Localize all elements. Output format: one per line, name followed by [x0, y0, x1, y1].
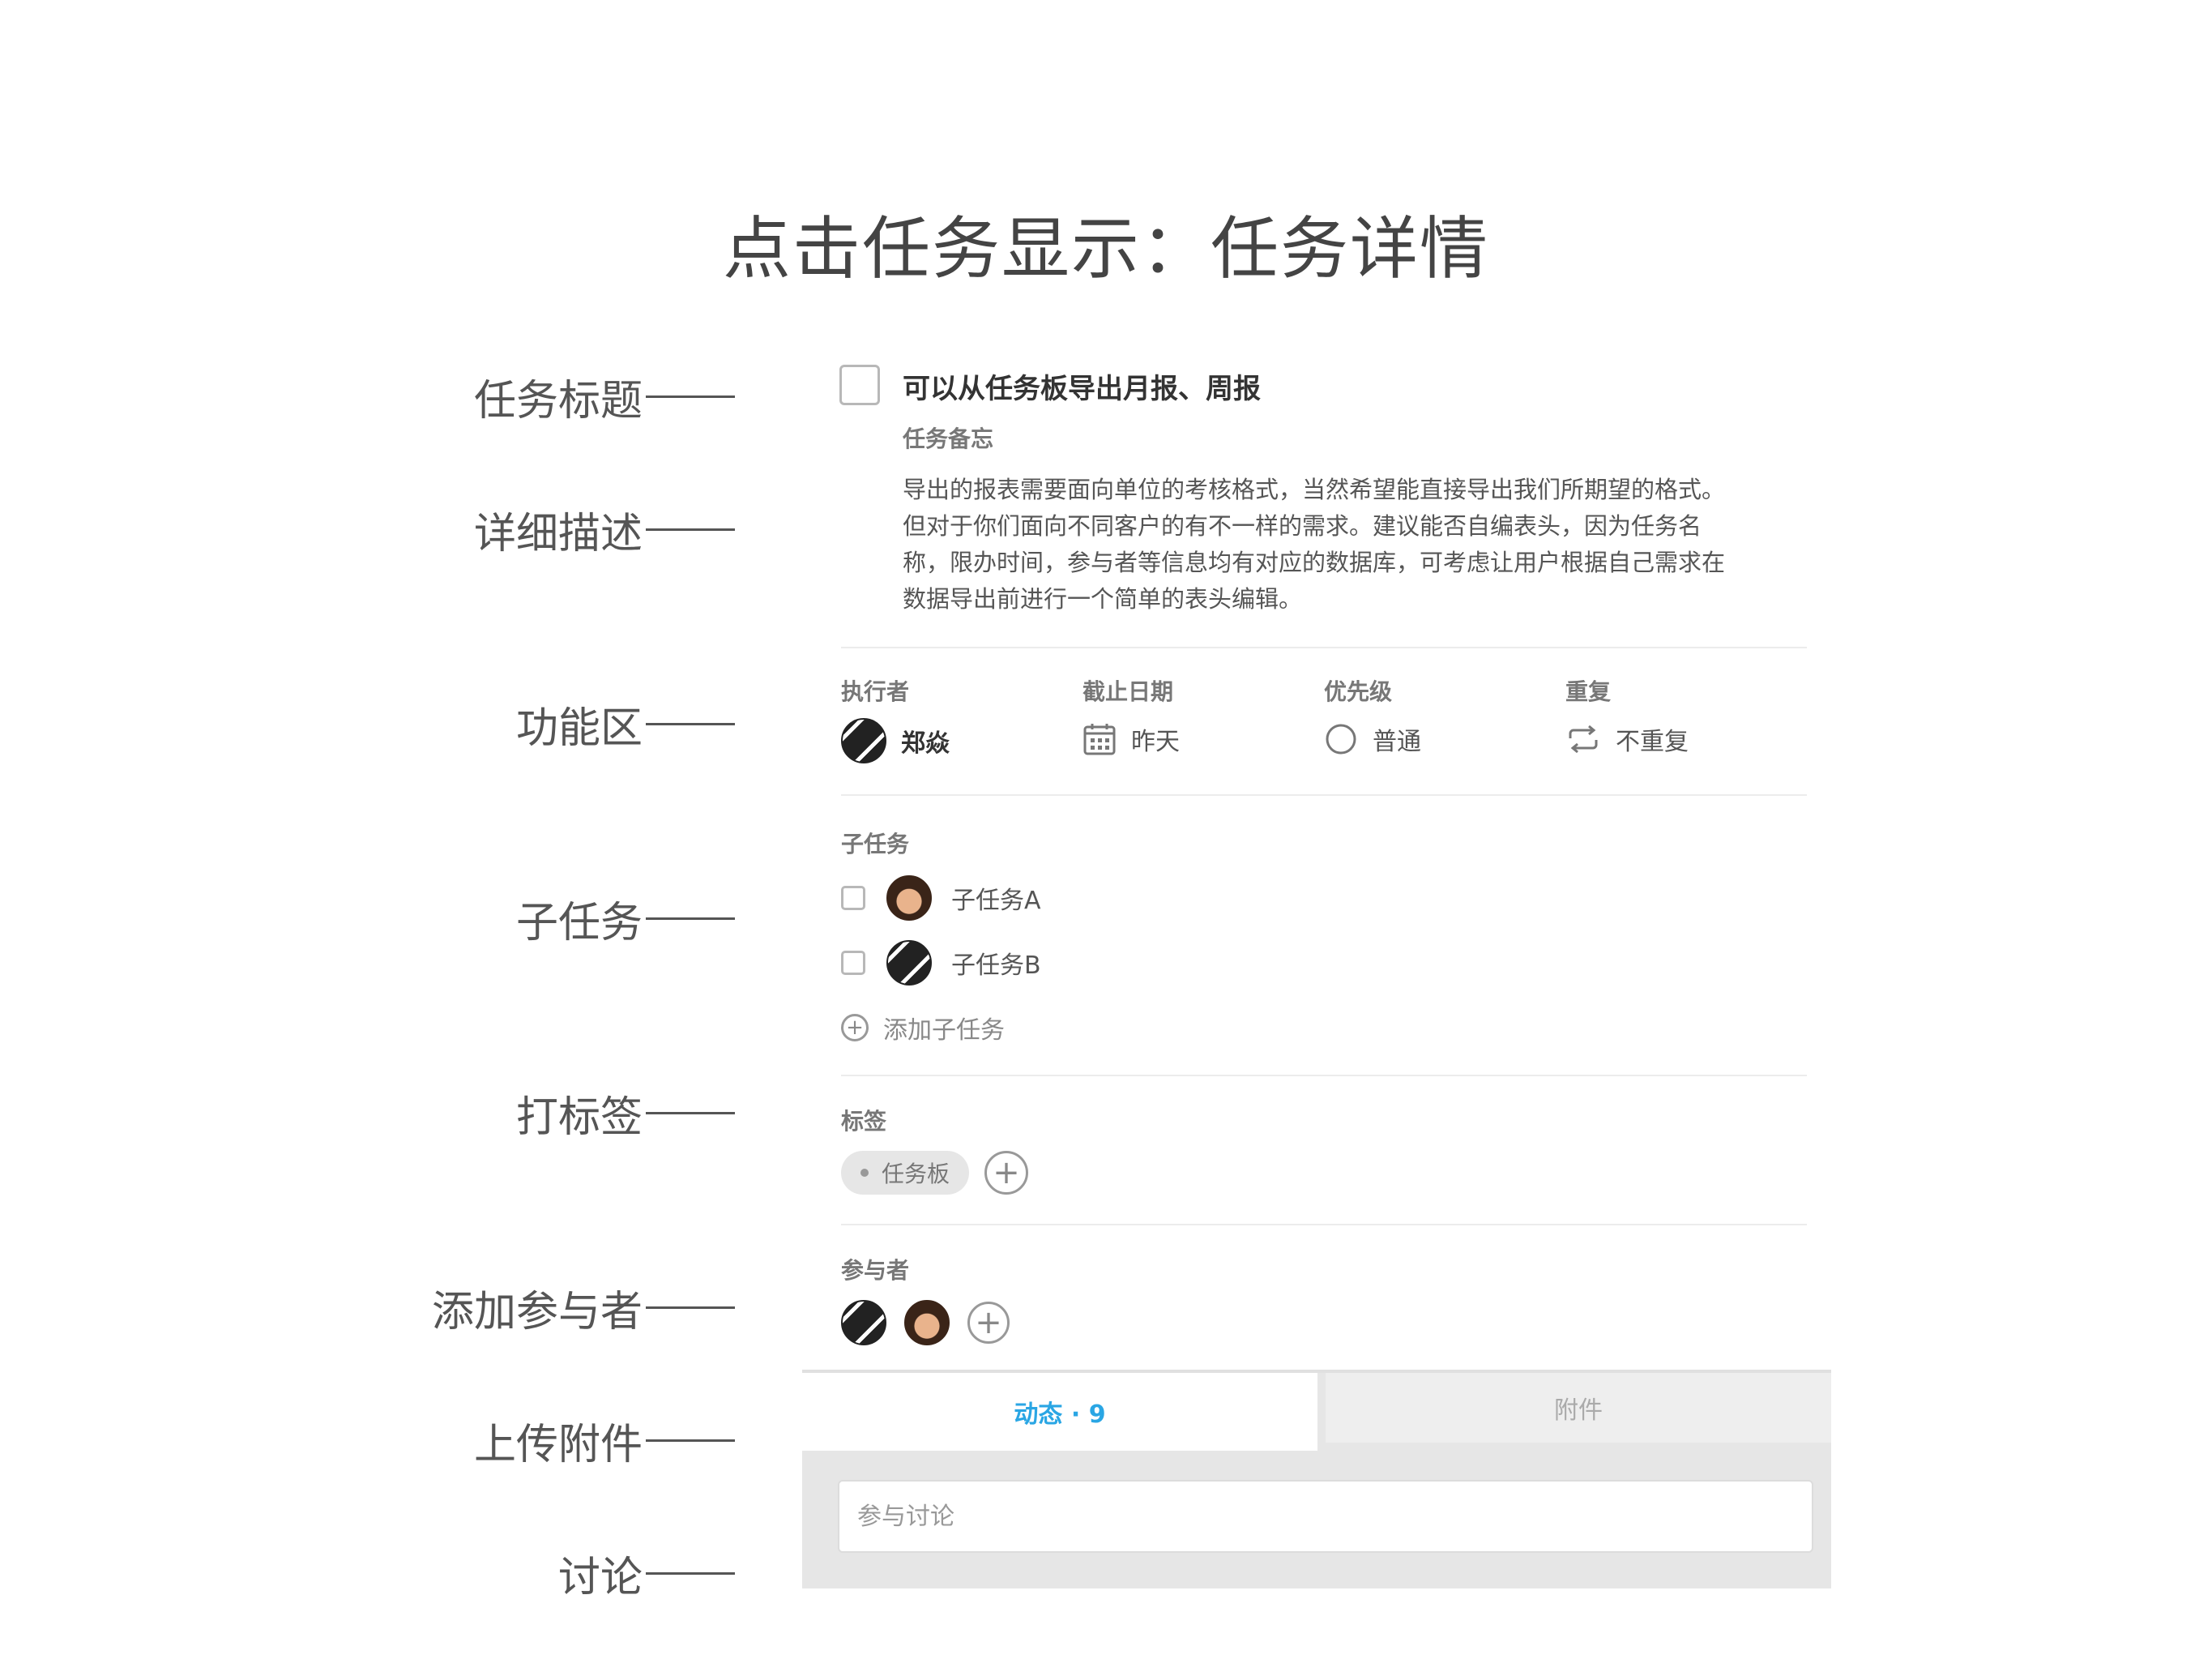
add-subtask-button[interactable]: + 添加子任务	[841, 1010, 1005, 1045]
due-date-value: 昨天	[1131, 728, 1180, 756]
subtask-checkbox[interactable]	[841, 886, 865, 910]
subtask-item[interactable]: 子任务A	[841, 875, 1041, 921]
executor-name: 郑焱	[901, 729, 950, 758]
description-line: 数据导出前进行一个简单的表头编辑。	[903, 585, 1303, 613]
priority-value: 普通	[1373, 728, 1421, 756]
subtask-avatar	[886, 940, 932, 986]
due-date-field[interactable]: 昨天	[1083, 721, 1180, 757]
description-line: 称，限办时间，参与者等信息均有对应的数据库，可考虑让用户根据自己需求在	[903, 549, 1726, 576]
calendar-icon	[1083, 722, 1117, 756]
executor-avatar	[841, 718, 886, 763]
subtask-title: 子任务B	[951, 951, 1041, 980]
add-tag-button[interactable]: +	[984, 1151, 1028, 1195]
annotation-description: 详细描述	[474, 499, 735, 560]
memo-label: 任务备忘	[903, 425, 994, 452]
tab-activity[interactable]: 动态 · 9	[802, 1373, 1317, 1451]
task-detail-panel: 可以从任务板导出月报、周报 任务备忘 导出的报表需要面向单位的考核格式，当然希望…	[802, 340, 1831, 1588]
tab-attachments[interactable]: 附件	[1326, 1373, 1831, 1443]
description-line: 但对于你们面向不同客户的有不一样的需求。建议能否自编表头，因为任务名	[903, 512, 1702, 540]
task-title[interactable]: 可以从任务板导出月报、周报	[903, 366, 1261, 406]
annotation-attachments: 上传附件	[474, 1410, 735, 1471]
divider	[841, 1075, 1807, 1076]
annotation-tags: 打标签	[516, 1083, 735, 1144]
divider	[841, 1224, 1807, 1225]
page-title: 点击任务显示：任务详情	[722, 209, 1489, 289]
repeat-field[interactable]: 不重复	[1565, 721, 1689, 757]
tab-bar: 动态 · 9 附件	[802, 1370, 1831, 1451]
repeat-label: 重复	[1565, 678, 1612, 705]
subtasks-label: 子任务	[841, 831, 910, 857]
participants-label: 参与者	[841, 1257, 910, 1284]
subtask-avatar	[886, 875, 932, 921]
subtask-title: 子任务A	[951, 887, 1041, 915]
due-date-label: 截止日期	[1083, 678, 1174, 705]
participant-avatar[interactable]	[904, 1300, 950, 1345]
comment-area	[802, 1451, 1831, 1588]
description-line: 导出的报表需要面向单位的考核格式，当然希望能直接导出我们所期望的格式。	[903, 476, 1726, 503]
annotation-subtasks: 子任务	[516, 888, 735, 949]
tags-label: 标签	[841, 1108, 887, 1135]
tag-dot-icon	[860, 1169, 869, 1177]
priority-label: 优先级	[1324, 678, 1393, 705]
annotation-discussion: 讨论	[558, 1543, 735, 1604]
tag-chip[interactable]: 任务板	[841, 1151, 970, 1195]
priority-circle-icon	[1324, 722, 1358, 756]
annotation-function-area: 功能区	[516, 694, 735, 755]
executor-field[interactable]: 郑焱	[841, 718, 950, 763]
participant-avatar[interactable]	[841, 1300, 886, 1345]
divider	[841, 647, 1807, 648]
task-complete-checkbox[interactable]	[839, 365, 880, 405]
subtask-item[interactable]: 子任务B	[841, 940, 1041, 986]
add-participant-button[interactable]: +	[967, 1302, 1010, 1344]
subtask-checkbox[interactable]	[841, 951, 865, 975]
priority-field[interactable]: 普通	[1324, 721, 1421, 757]
tag-label: 任务板	[882, 1161, 950, 1187]
annotation-task-title: 任务标题	[474, 366, 735, 427]
task-description[interactable]: 导出的报表需要面向单位的考核格式，当然希望能直接导出我们所期望的格式。 但对于你…	[903, 472, 1794, 618]
executor-label: 执行者	[841, 678, 910, 705]
repeat-icon	[1565, 722, 1601, 756]
comment-input[interactable]	[838, 1480, 1813, 1553]
annotation-participants: 添加参与者	[432, 1277, 735, 1338]
add-subtask-label: 添加子任务	[883, 1016, 1005, 1045]
repeat-value: 不重复	[1616, 728, 1689, 756]
divider	[841, 794, 1807, 796]
add-icon: +	[841, 1014, 869, 1041]
